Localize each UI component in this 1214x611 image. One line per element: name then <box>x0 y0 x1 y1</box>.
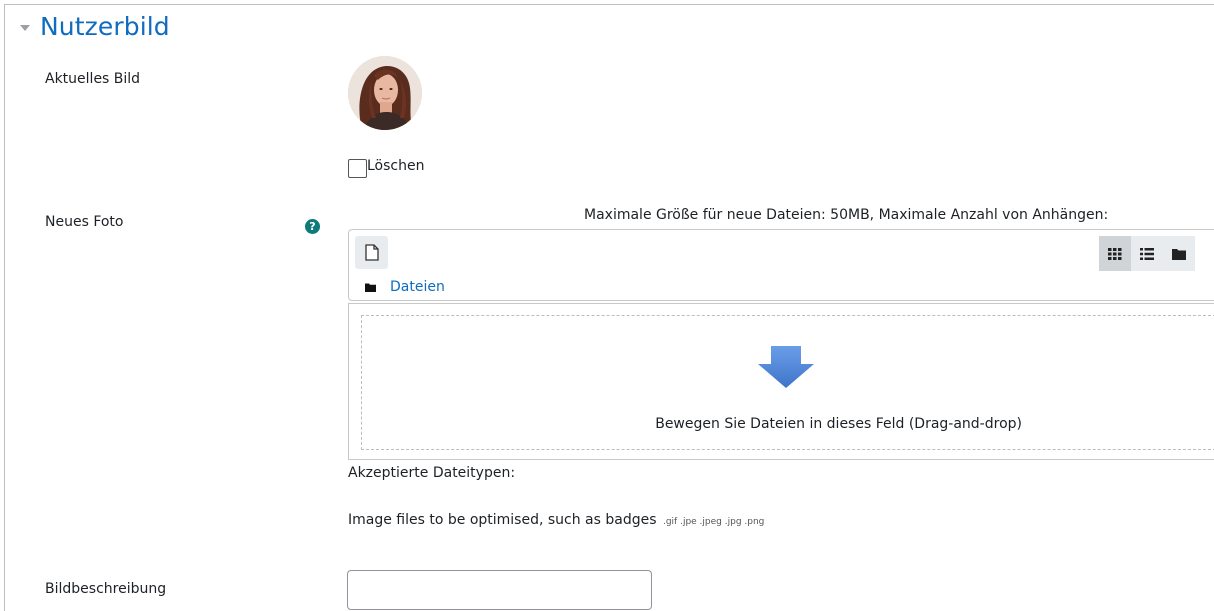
dropzone-text: Bewegen Sie Dateien in dieses Feld (Drag… <box>655 416 1022 432</box>
delete-image-label[interactable]: Löschen <box>367 158 424 174</box>
path-link-dateien[interactable]: Dateien <box>390 279 445 295</box>
filepicker: Dateien <box>348 229 1214 301</box>
add-file-button[interactable] <box>355 236 388 269</box>
current-image-label: Aktuelles Bild <box>45 71 141 87</box>
dropzone-area[interactable]: Bewegen Sie Dateien in dieses Feld (Drag… <box>361 315 1214 450</box>
list-icon <box>1140 247 1154 260</box>
question-circle-icon[interactable]: ? <box>305 219 320 234</box>
grid-icon <box>1108 247 1122 260</box>
image-description-label: Bildbeschreibung <box>45 581 167 597</box>
view-switcher <box>1099 236 1195 271</box>
folder-icon <box>1172 248 1186 260</box>
delete-image-row[interactable]: Löschen <box>348 153 424 178</box>
max-size-text: Maximale Größe für neue Dateien: 50MB, M… <box>584 207 1109 223</box>
view-tree-button[interactable] <box>1163 236 1195 271</box>
file-icon <box>364 244 379 261</box>
dropzone[interactable]: Bewegen Sie Dateien in dieses Feld (Drag… <box>348 303 1214 460</box>
new-photo-label: Neues Foto <box>45 214 124 230</box>
delete-image-checkbox[interactable] <box>348 159 367 178</box>
folder-icon <box>365 283 376 292</box>
section-title: Nutzerbild <box>40 12 170 41</box>
accepted-types-row: Image files to be optimised, such as bad… <box>348 512 764 528</box>
image-description-input[interactable] <box>347 570 652 610</box>
caret-down-icon[interactable] <box>20 24 30 31</box>
avatar <box>348 56 422 130</box>
view-grid-button[interactable] <box>1099 236 1131 271</box>
accepted-types-extensions: .gif .jpe .jpeg .jpg .png <box>662 517 765 527</box>
arrow-down-icon <box>758 346 814 388</box>
accepted-types-label: Akzeptierte Dateitypen: <box>348 465 516 481</box>
view-list-button[interactable] <box>1131 236 1163 271</box>
breadcrumb: Dateien <box>365 279 445 295</box>
avatar-portrait <box>348 56 422 130</box>
section-header-nutzerbild[interactable]: Nutzerbild <box>20 12 170 41</box>
accepted-types-description: Image files to be optimised, such as bad… <box>348 512 657 528</box>
